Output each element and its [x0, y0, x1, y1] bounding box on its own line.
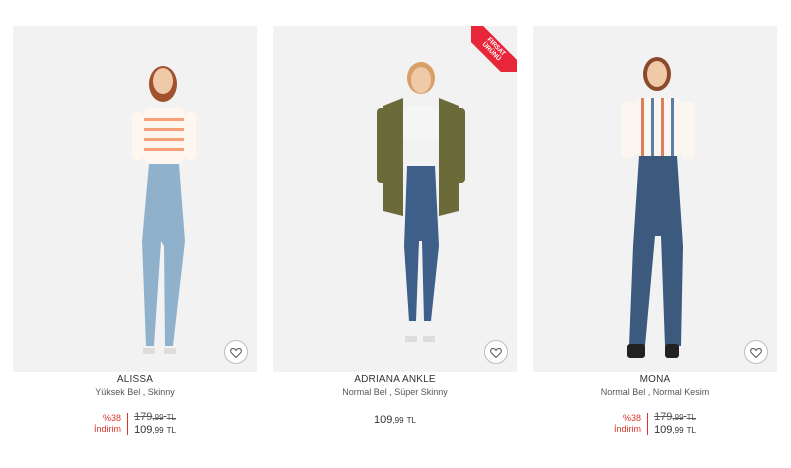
- product-subtitle: Yüksek Bel , Skinny: [95, 387, 175, 397]
- new-price: 109,99 TL: [654, 424, 696, 436]
- product-image[interactable]: [533, 26, 777, 372]
- product-subtitle: Normal Bel , Süper Skinny: [342, 387, 448, 397]
- product-card[interactable]: ALISSA Yüksek Bel , Skinny %38 İndirim 1…: [13, 26, 257, 437]
- product-name[interactable]: ADRIANA ANKLE: [273, 374, 517, 385]
- discount-label: İndirim: [94, 424, 122, 434]
- heart-icon: [230, 347, 242, 358]
- old-price: 179,99 TL: [134, 411, 176, 423]
- price: 109,99 TL: [374, 414, 416, 426]
- favorite-button[interactable]: [224, 340, 248, 364]
- discount-label: İndirim: [614, 424, 642, 434]
- heart-icon: [490, 347, 502, 358]
- discount-block: %38 İndirim: [94, 413, 129, 435]
- product-name[interactable]: ALISSA: [13, 374, 257, 385]
- product-subtitle: Normal Bel , Normal Kesim: [600, 387, 710, 397]
- product-card[interactable]: FIRSAT ÜRÜNÜ ADRIANA ANKLE Normal Bel , …: [273, 26, 517, 426]
- discount-percent: %38: [103, 413, 122, 423]
- discount-percent: %38: [623, 413, 642, 423]
- favorite-button[interactable]: [744, 340, 768, 364]
- deal-badge: FIRSAT ÜRÜNÜ: [471, 26, 517, 72]
- favorite-button[interactable]: [484, 340, 508, 364]
- product-image[interactable]: FIRSAT ÜRÜNÜ: [273, 26, 517, 372]
- new-price: 109,99 TL: [134, 424, 176, 436]
- product-name[interactable]: MONA: [533, 374, 777, 385]
- price-block: %38 İndirim 179,99 TL 109,99 TL: [533, 411, 777, 437]
- price-block: %38 İndirim 179,99 TL 109,99 TL: [13, 411, 257, 437]
- model-illustration: [621, 57, 695, 358]
- model-illustration: [132, 66, 196, 354]
- heart-icon: [750, 347, 762, 358]
- old-price: 179,99 TL: [654, 411, 696, 423]
- discount-block: %38 İndirim: [614, 413, 649, 435]
- model-illustration: [377, 62, 465, 342]
- product-card[interactable]: MONA Normal Bel , Normal Kesim %38 İndir…: [533, 26, 777, 437]
- product-image[interactable]: [13, 26, 257, 372]
